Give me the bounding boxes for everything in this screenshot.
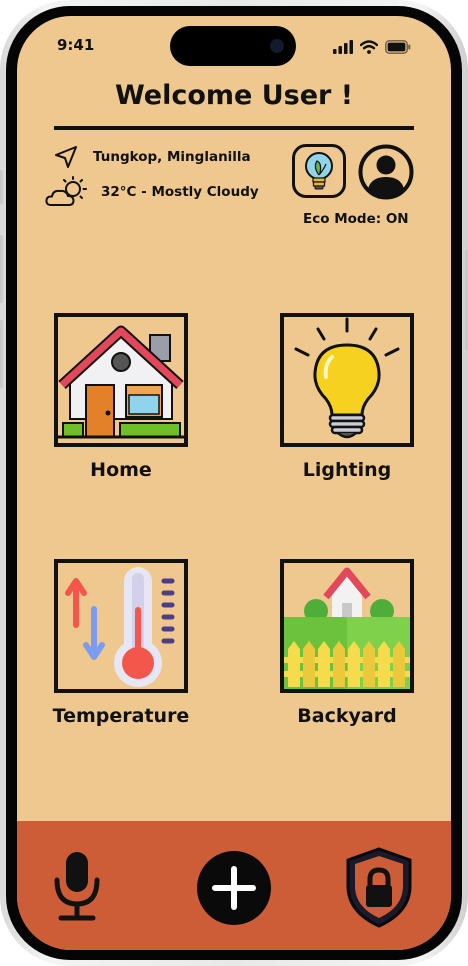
eco-mode-status: Eco Mode: ON <box>303 211 409 227</box>
partly-cloudy-icon <box>45 176 87 206</box>
backyard-icon <box>284 567 410 689</box>
home-tile[interactable] <box>54 313 188 447</box>
action-button <box>0 170 3 204</box>
navigation-arrow-icon <box>55 146 77 168</box>
location-text: Tungkop, Minglanilla <box>93 149 251 165</box>
dynamic-island <box>170 26 296 66</box>
profile-avatar-button[interactable] <box>358 144 414 200</box>
battery-icon <box>385 40 411 54</box>
weather-text: 32°C - Mostly Cloudy <box>101 184 259 200</box>
plus-icon <box>197 851 271 925</box>
status-bar: 9:41 <box>17 16 451 76</box>
page-title: Welcome User ! <box>114 80 354 111</box>
light-bulb-icon <box>294 317 400 439</box>
weather-row: 32°C - Mostly Cloudy <box>45 176 259 208</box>
front-camera <box>270 39 284 53</box>
system-icons <box>333 40 411 54</box>
home-tile-label: Home <box>90 459 152 481</box>
backyard-tile[interactable] <box>280 559 414 693</box>
lighting-tile[interactable] <box>280 313 414 447</box>
backyard-tile-label: Backyard <box>297 705 397 727</box>
add-device-button[interactable] <box>197 851 271 925</box>
microphone-icon <box>54 852 100 921</box>
lighting-tile-label: Lighting <box>302 459 392 481</box>
user-profile-icon <box>358 144 414 200</box>
house-icon <box>58 325 184 439</box>
app-screen: 9:41 Welcome User ! Tungkop, Minglanilla… <box>17 16 451 950</box>
cellular-signal-icon <box>333 40 353 54</box>
voice-command-button[interactable] <box>47 847 107 925</box>
shield-lock-icon <box>346 847 412 928</box>
bottom-navigation-bar <box>17 821 451 950</box>
eco-mode-button[interactable] <box>292 144 346 198</box>
location-row: Tungkop, Minglanilla <box>53 144 251 170</box>
temperature-tile[interactable] <box>54 559 188 693</box>
security-lock-button[interactable] <box>343 845 415 929</box>
eco-bulb-icon <box>305 152 333 190</box>
status-time: 9:41 <box>57 36 95 54</box>
title-divider <box>54 126 414 130</box>
volume-up-button <box>0 235 3 303</box>
thermometer-icon <box>65 567 175 687</box>
temperature-tile-label: Temperature <box>52 705 190 727</box>
wifi-icon <box>360 40 378 54</box>
volume-down-button <box>0 320 3 388</box>
